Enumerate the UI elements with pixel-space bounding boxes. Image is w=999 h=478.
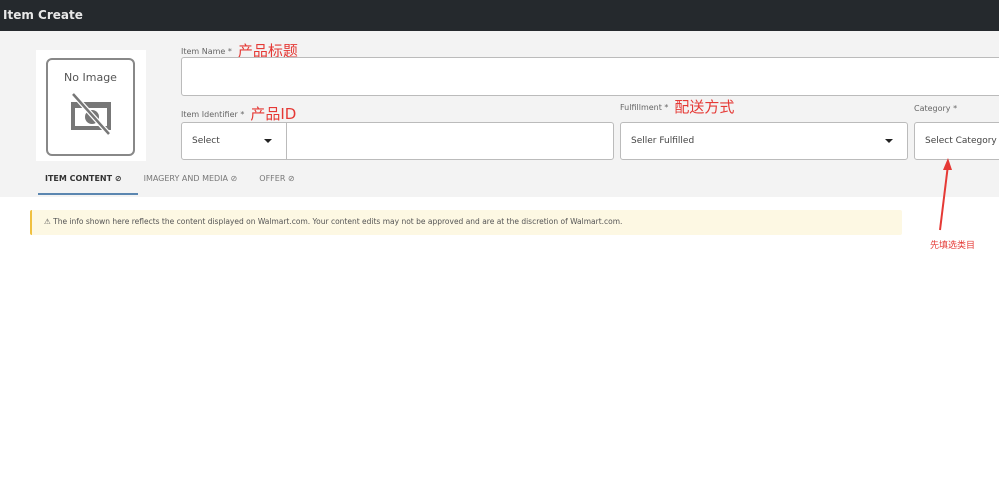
category-value: Select Category bbox=[925, 136, 997, 146]
tab-item-content[interactable]: ITEM CONTENT ⊘ bbox=[45, 174, 122, 183]
info-alert: ⚠ The info shown here reflects the conte… bbox=[30, 210, 902, 235]
annotation-arrow-icon bbox=[939, 158, 952, 231]
tab-bar: ITEM CONTENT ⊘ IMAGERY AND MEDIA ⊘ OFFER… bbox=[45, 174, 295, 183]
category-annotation: 先填选类目 bbox=[930, 241, 976, 251]
no-image-label: No Image bbox=[64, 71, 117, 84]
tab-imagery-and-media[interactable]: IMAGERY AND MEDIA ⊘ bbox=[144, 174, 238, 183]
item-identifier-input[interactable] bbox=[286, 122, 614, 160]
fulfillment-annotation: 配送方式 bbox=[674, 98, 735, 116]
image-placeholder[interactable]: No Image bbox=[36, 50, 146, 161]
item-name-input[interactable] bbox=[181, 57, 999, 96]
fulfillment-value: Seller Fulfilled bbox=[631, 136, 695, 146]
category-label: Category * bbox=[914, 104, 958, 113]
active-tab-indicator bbox=[38, 193, 138, 195]
no-image-icon bbox=[70, 92, 111, 136]
fulfillment-select[interactable]: Seller Fulfilled bbox=[620, 122, 908, 160]
identifier-type-value: Select bbox=[192, 136, 220, 146]
item-identifier-annotation: 产品ID bbox=[250, 105, 297, 123]
page-title: Item Create bbox=[3, 8, 83, 22]
item-name-label: Item Name * bbox=[181, 47, 232, 56]
chevron-down-icon bbox=[264, 139, 272, 147]
fulfillment-label: Fulfillment * bbox=[620, 103, 669, 112]
page-header: Item Create bbox=[0, 0, 999, 31]
alert-text: The info shown here reflects the content… bbox=[53, 217, 623, 226]
identifier-type-select[interactable]: Select bbox=[181, 122, 287, 160]
form-area bbox=[0, 31, 999, 197]
chevron-down-icon bbox=[885, 139, 893, 147]
item-identifier-label: Item Identifier * bbox=[181, 110, 245, 119]
tab-offer[interactable]: OFFER ⊘ bbox=[259, 174, 294, 183]
warning-icon: ⚠ bbox=[44, 217, 54, 226]
